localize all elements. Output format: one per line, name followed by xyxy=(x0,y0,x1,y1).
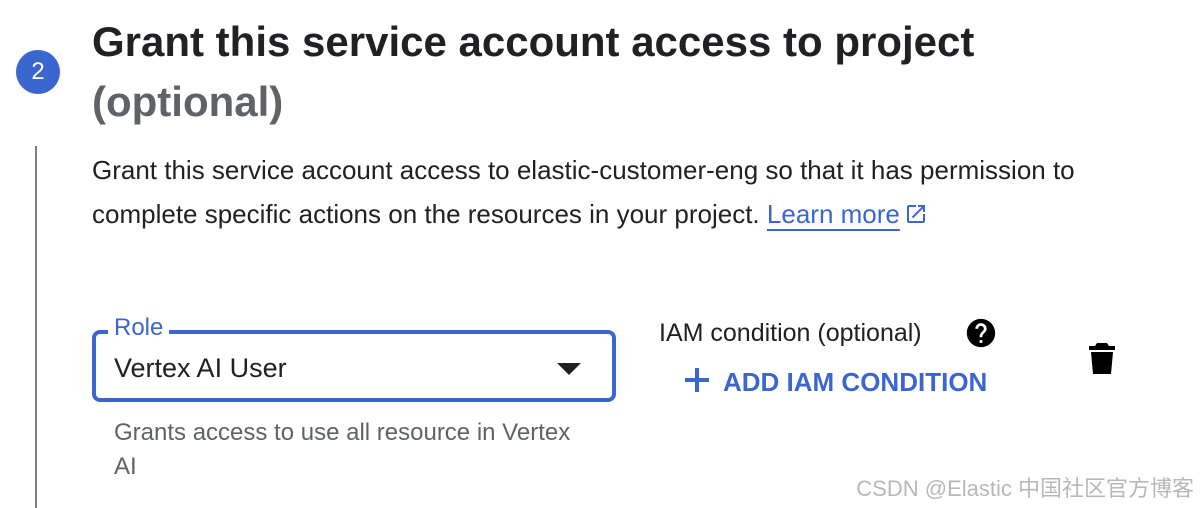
role-field-label: Role xyxy=(108,314,170,342)
role-help-text: Grants access to use all resource in Ver… xyxy=(114,419,571,480)
step-number-badge: 2 xyxy=(16,50,60,94)
step-connector-line xyxy=(35,146,37,508)
external-link-icon xyxy=(904,195,928,239)
step-description: Grant this service account access to ela… xyxy=(92,148,1122,239)
step-title-optional: (optional) xyxy=(92,78,284,125)
step-title-text: Grant this service account access to pro… xyxy=(92,18,975,65)
role-select[interactable]: Role Vertex AI User xyxy=(92,314,616,402)
add-iam-condition-label: ADD IAM CONDITION xyxy=(723,367,988,397)
learn-more-link[interactable]: Learn more xyxy=(767,199,928,229)
help-icon[interactable] xyxy=(964,316,998,355)
step-title: Grant this service account access to pro… xyxy=(92,12,1092,132)
chevron-down-icon xyxy=(556,362,582,381)
trash-icon[interactable] xyxy=(1088,342,1116,381)
learn-more-label: Learn more xyxy=(766,199,900,229)
iam-condition-heading: IAM condition (optional) xyxy=(659,319,922,347)
add-iam-condition-button[interactable]: ADD IAM CONDITION xyxy=(683,364,987,400)
watermark: CSDN @Elastic 中国社区官方博客 xyxy=(856,476,1194,501)
plus-icon xyxy=(683,366,711,399)
role-selected-value: Vertex AI User xyxy=(114,353,287,383)
step-number: 2 xyxy=(31,58,45,85)
